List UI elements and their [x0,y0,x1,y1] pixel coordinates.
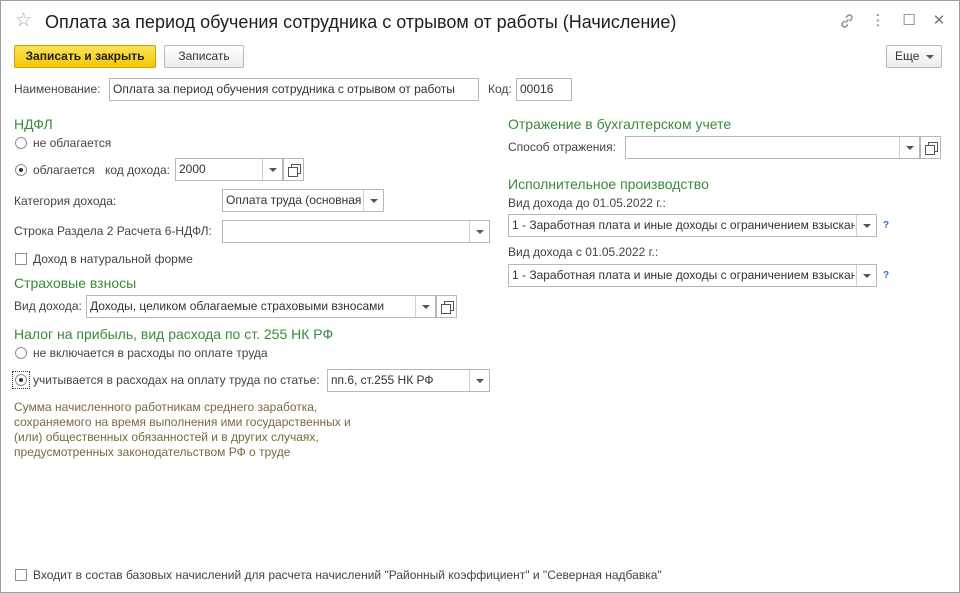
article-dropdown-icon[interactable] [469,370,489,391]
enforcement-section-title: Исполнительное производство [508,176,709,192]
more-button-label: Еще [895,49,920,63]
insurance-income-type-dropdown-icon[interactable] [415,296,435,317]
natural-income-checkbox[interactable] [15,253,27,265]
accounting-section-title: Отражение в бухгалтерском учете [508,116,732,132]
included-radio[interactable] [15,374,27,386]
not-included-label: не включается в расходы по оплате труда [33,346,268,360]
not-taxed-radio[interactable] [15,137,27,149]
income-code-dropdown-icon[interactable] [262,159,282,180]
income-code-label: код дохода: [105,163,170,177]
code-value: 00016 [520,82,554,96]
income-after-dropdown-icon[interactable] [856,265,876,286]
natural-income-label: Доход в натуральной форме [33,252,193,266]
insurance-income-type-open-icon[interactable] [436,295,457,318]
base-accruals-checkbox[interactable] [15,569,27,581]
more-actions-icon[interactable]: ⋮ [867,10,889,32]
link-icon[interactable] [836,10,858,32]
base-accruals-label: Входит в состав базовых начислений для р… [33,568,662,582]
ndfl-section-title: НДФЛ [14,116,53,132]
income-after-label: Вид дохода с 01.05.2022 г.: [508,245,659,259]
code-field[interactable]: 00016 [516,78,572,101]
income-before-dropdown-icon[interactable] [856,215,876,236]
article-description: Сумма начисленного работникам среднего з… [14,400,351,459]
name-label: Наименование: [14,82,101,96]
accounting-method-open-icon[interactable] [920,136,941,159]
income-before-value: 1 - Заработная плата и иные доходы с огр… [512,218,855,232]
article-value: пп.6, ст.255 НК РФ [331,373,434,387]
income-code-open-icon[interactable] [283,158,304,181]
article-field[interactable]: пп.6, ст.255 НК РФ [327,369,490,392]
taxed-label: облагается [33,163,95,177]
name-field[interactable]: Оплата за период обучения сотрудника с о… [109,78,479,101]
row-6ndfl-dropdown-icon[interactable] [469,221,489,242]
included-label: учитывается в расходах на оплату труда п… [33,373,320,387]
row-6ndfl-field[interactable] [222,220,490,243]
income-after-help-icon[interactable]: ? [883,270,889,281]
income-before-label: Вид дохода до 01.05.2022 г.: [508,196,666,210]
taxed-radio[interactable] [15,164,27,176]
profit-tax-section-title: Налог на прибыль, вид расхода по ст. 255… [14,326,334,342]
row-6ndfl-label: Строка Раздела 2 Расчета 6-НДФЛ: [14,224,212,238]
accounting-method-label: Способ отражения: [508,140,616,154]
income-after-value: 1 - Заработная плата и иные доходы с огр… [512,268,855,282]
income-before-help-icon[interactable]: ? [883,220,889,231]
accounting-method-dropdown-icon[interactable] [899,137,919,158]
insurance-section-title: Страховые взносы [14,275,137,291]
accounting-method-field[interactable] [625,136,920,159]
category-field[interactable]: Оплата труда (основная [222,189,384,212]
page-title: Оплата за период обучения сотрудника с о… [45,12,677,32]
more-button[interactable]: Еще [886,45,942,68]
income-before-field[interactable]: 1 - Заработная плата и иные доходы с огр… [508,214,877,237]
name-value: Оплата за период обучения сотрудника с о… [113,82,455,96]
income-after-field[interactable]: 1 - Заработная плата и иные доходы с огр… [508,264,877,287]
close-icon[interactable]: ✕ [928,10,950,32]
not-included-radio[interactable] [15,347,27,359]
code-label: Код: [488,82,512,96]
favorite-star-icon[interactable]: ☆ [15,10,32,32]
window-frame: ☆ Оплата за период обучения сотрудника с… [0,0,960,593]
not-taxed-label: не облагается [33,136,112,150]
chevron-down-icon [926,55,934,59]
save-and-close-button[interactable]: Записать и закрыть [14,45,156,68]
insurance-income-type-value: Доходы, целиком облагаемые страховыми вз… [90,299,385,313]
category-label: Категория дохода: [14,194,117,208]
insurance-income-type-label: Вид дохода: [14,299,82,313]
maximize-icon[interactable]: ☐ [898,10,920,32]
save-button[interactable]: Записать [164,45,244,68]
category-dropdown-icon[interactable] [363,190,383,211]
insurance-income-type-field[interactable]: Доходы, целиком облагаемые страховыми вз… [86,295,436,318]
income-code-field[interactable]: 2000 [175,158,283,181]
category-value: Оплата труда (основная [226,193,362,207]
